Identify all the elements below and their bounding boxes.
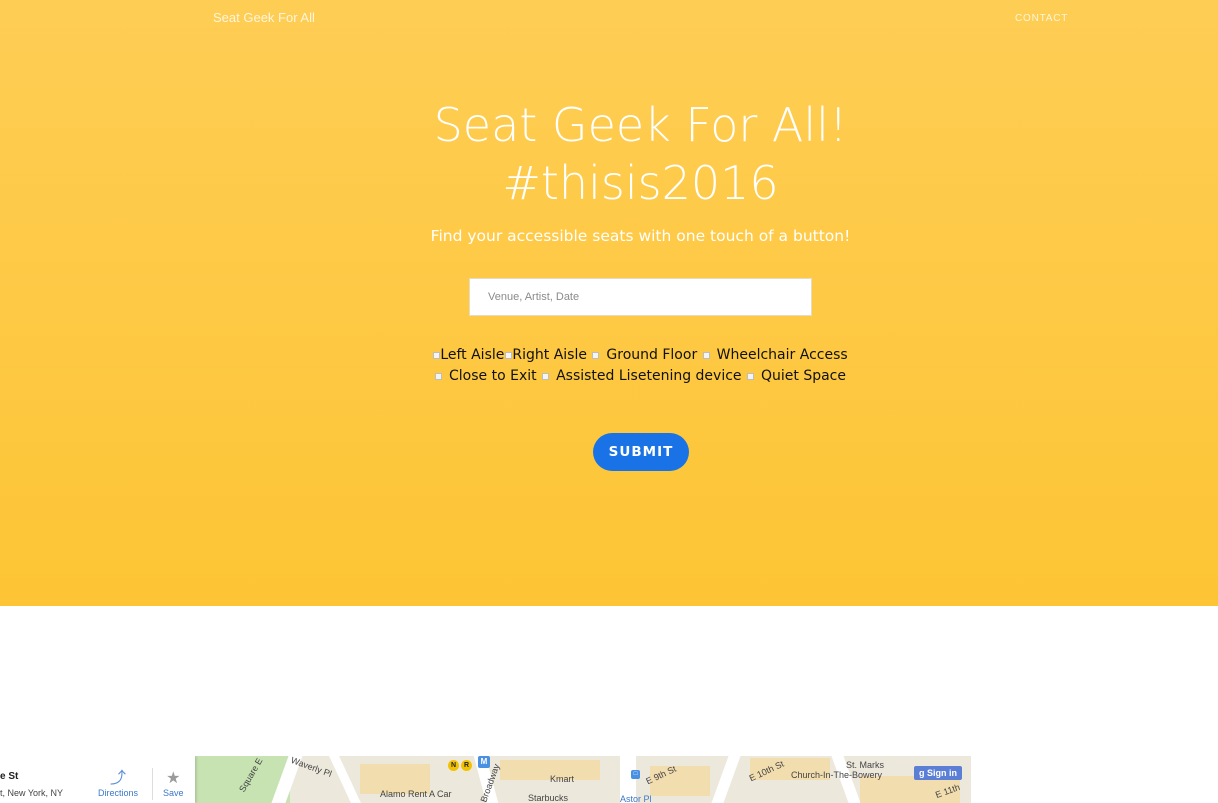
option-wheelchair-access[interactable]: Wheelchair Access	[702, 347, 848, 363]
search-input[interactable]	[469, 278, 812, 316]
option-label: Right Aisle	[512, 347, 587, 363]
map-label: St. Marks	[846, 760, 885, 770]
option-label: Left Aisle	[440, 347, 505, 363]
map-road	[711, 756, 741, 803]
directions-label: Directions	[98, 788, 139, 798]
contact-link[interactable]: CONTACT	[1015, 13, 1068, 24]
seat-options-row-2: Close to Exit Assisted Lisetening device…	[0, 368, 1218, 384]
map-label: Starbucks	[528, 793, 569, 803]
google-icon: g	[919, 768, 927, 778]
option-label: Ground Floor	[606, 347, 698, 363]
close-to-exit-checkbox[interactable]	[435, 373, 443, 380]
quiet-space-checkbox[interactable]	[746, 373, 754, 380]
directions-icon: ⤴	[110, 770, 127, 787]
save-label: Save	[163, 788, 184, 798]
brand-link[interactable]: Seat Geek For All	[213, 10, 315, 25]
tagline: Find your accessible seats with one touc…	[430, 227, 851, 245]
option-label: Close to Exit	[449, 368, 537, 384]
title-line-2: #thisis2016	[502, 156, 779, 210]
ground-floor-checkbox[interactable]	[592, 352, 600, 359]
map-label: Kmart	[550, 774, 575, 784]
option-label: Assisted Lisetening device	[556, 368, 742, 384]
title-line-1: Seat Geek For All!	[433, 98, 848, 152]
map-sign-in-button[interactable]: g Sign in	[914, 766, 962, 780]
assisted-listening-checkbox[interactable]	[542, 373, 550, 380]
transit-icon: □	[631, 770, 640, 779]
option-assisted-listening[interactable]: Assisted Lisetening device	[542, 368, 742, 384]
hero-section: Seat Geek For All CONTACT Seat Geek For …	[0, 0, 1218, 606]
card-divider	[152, 768, 153, 800]
map-road	[329, 756, 361, 803]
map-embed[interactable]: Waverly Pl Square E Alamo Rent A Car Sta…	[0, 756, 971, 803]
map-label: Alamo Rent A Car	[380, 789, 452, 799]
wheelchair-access-checkbox[interactable]	[702, 352, 710, 359]
option-ground-floor[interactable]: Ground Floor	[592, 347, 697, 363]
save-button[interactable]: ★ Save	[163, 770, 184, 798]
option-close-to-exit[interactable]: Close to Exit	[435, 368, 537, 384]
option-label: Wheelchair Access	[716, 347, 848, 363]
place-title: e St	[0, 771, 19, 782]
subway-n-icon: N	[448, 760, 459, 771]
page-title: Seat Geek For All! #thisis2016	[0, 96, 1218, 212]
subway-r-icon: R	[461, 760, 472, 771]
metro-m-icon: M	[478, 756, 490, 768]
submit-button[interactable]: SUBMIT	[593, 433, 689, 471]
place-address: t, New York, NY	[0, 788, 64, 798]
place-card: e St t, New York, NY ⤴ Directions ★ Save	[0, 756, 195, 803]
option-left-aisle[interactable]: Left Aisle	[433, 347, 504, 363]
map-label: Church-In-The-Bowery	[791, 770, 883, 780]
seat-options-row-1: Left Aisle Right Aisle Ground Floor Wheel…	[0, 347, 1218, 363]
map-label: Astor Pl	[620, 794, 652, 803]
option-right-aisle[interactable]: Right Aisle	[505, 347, 587, 363]
sign-in-label: Sign in	[927, 768, 957, 778]
option-quiet-space[interactable]: Quiet Space	[746, 368, 846, 384]
star-icon: ★	[166, 770, 181, 787]
directions-button[interactable]: ⤴ Directions	[98, 770, 138, 798]
option-label: Quiet Space	[760, 368, 846, 384]
